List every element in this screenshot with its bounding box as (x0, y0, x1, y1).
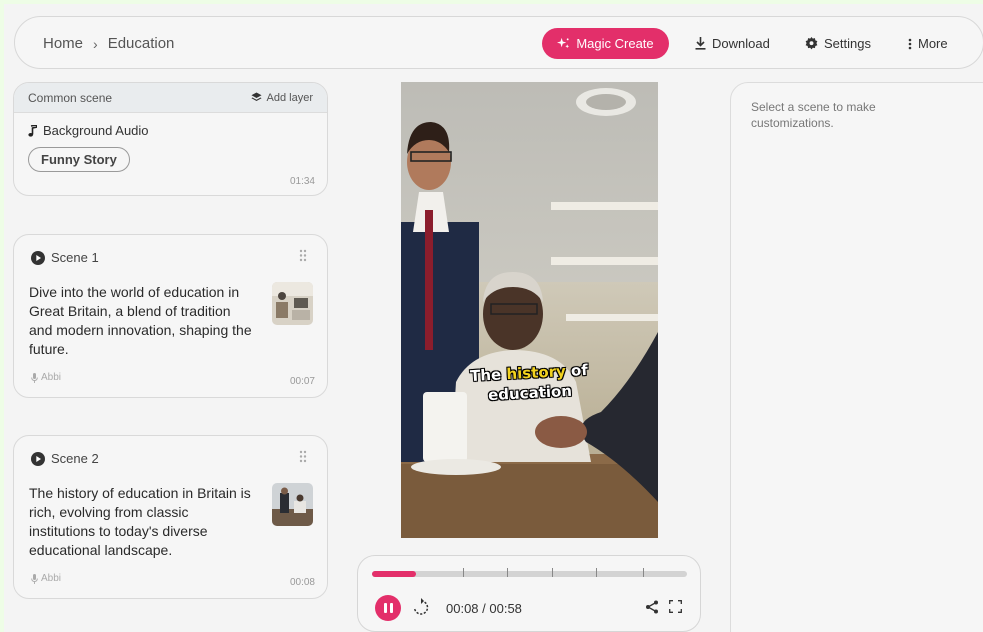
download-label: Download (712, 36, 770, 51)
scene-thumbnail[interactable] (272, 483, 313, 526)
voice-label[interactable]: Abbi (31, 372, 61, 383)
common-scene-card[interactable]: Common scene Add layer Background Audio … (13, 82, 328, 196)
fullscreen-icon[interactable] (669, 600, 682, 613)
progress-track[interactable] (372, 568, 687, 577)
scene-header: Scene 1 (31, 250, 99, 265)
more-button[interactable]: More (908, 36, 948, 51)
breadcrumb-current: Education (107, 35, 175, 52)
scene-duration: 00:07 (289, 376, 315, 387)
add-layer-button[interactable]: Add layer (250, 91, 313, 104)
background-audio-row[interactable]: Background Audio (28, 123, 149, 138)
replay-icon[interactable] (413, 598, 429, 616)
microphone-icon (31, 372, 38, 383)
scene-card-2[interactable]: Scene 2 The history of education in Brit… (13, 435, 328, 599)
caption-text-part2: of (565, 360, 589, 381)
chevron-right-icon: › (93, 35, 98, 52)
progress-fill (372, 571, 417, 577)
play-circle-icon[interactable] (31, 451, 45, 466)
scene-marker[interactable] (551, 568, 553, 577)
time-display: 00:08 / 00:58 (446, 601, 522, 616)
scene-marker[interactable] (463, 568, 465, 577)
scene-script-text[interactable]: Dive into the world of education in Grea… (29, 283, 257, 359)
magic-create-button[interactable]: Magic Create (542, 28, 669, 59)
customization-placeholder-text: Select a scene to make customizations. (751, 100, 876, 130)
common-scene-duration: 01:34 (289, 176, 315, 187)
scene-thumbnail[interactable] (272, 282, 313, 325)
audio-tag-chip[interactable]: Funny Story (28, 147, 130, 172)
scene-title: Scene 2 (51, 451, 99, 466)
caption-line2: education (487, 381, 573, 405)
scene-duration: 00:08 (289, 577, 315, 588)
play-circle-icon[interactable] (31, 250, 45, 265)
share-icon[interactable] (645, 600, 659, 614)
drag-handle-icon[interactable] (299, 249, 307, 262)
drag-handle-icon[interactable] (299, 450, 307, 463)
caption-highlight: history (505, 362, 567, 384)
customization-panel: Select a scene to make customizations. (730, 82, 983, 632)
common-scene-title: Common scene (28, 90, 113, 105)
common-scene-header: Common scene Add layer (14, 83, 327, 113)
microphone-icon (31, 573, 38, 584)
video-frame-image (401, 82, 658, 538)
scene-title: Scene 1 (51, 250, 99, 265)
player-controls: 00:08 / 00:58 (357, 555, 701, 632)
breadcrumb: Home › Education (43, 35, 174, 52)
more-label: More (918, 36, 948, 51)
scene-card-1[interactable]: Scene 1 Dive into the world of education… (13, 234, 328, 398)
voice-label[interactable]: Abbi (31, 573, 61, 584)
music-note-icon (28, 124, 37, 137)
pause-icon (383, 603, 387, 613)
layers-icon (250, 92, 262, 101)
video-preview[interactable]: The history of education (401, 82, 658, 538)
download-button[interactable]: Download (695, 36, 770, 51)
scene-header: Scene 2 (31, 451, 99, 466)
add-layer-label: Add layer (266, 91, 313, 104)
scene-marker[interactable] (507, 568, 509, 577)
scene-marker[interactable] (642, 568, 644, 577)
settings-label: Settings (824, 36, 871, 51)
scene-marker[interactable] (595, 568, 597, 577)
caption-text-part1: The (469, 365, 507, 386)
magic-create-label: Magic Create (576, 36, 654, 51)
settings-button[interactable]: Settings (805, 36, 871, 51)
download-icon (695, 37, 706, 50)
breadcrumb-home[interactable]: Home (43, 35, 83, 52)
top-bar: Home › Education Magic Create Download S… (14, 16, 983, 69)
app-window: Home › Education Magic Create Download S… (4, 4, 983, 632)
background-audio-label: Background Audio (43, 123, 149, 138)
scene-script-text[interactable]: The history of education in Britain is r… (29, 484, 257, 560)
more-vertical-icon (908, 38, 912, 49)
voice-name: Abbi (41, 372, 62, 383)
voice-name: Abbi (41, 573, 62, 584)
sparkle-icon (557, 37, 570, 49)
gear-icon (805, 37, 818, 50)
pause-button[interactable] (375, 595, 401, 621)
